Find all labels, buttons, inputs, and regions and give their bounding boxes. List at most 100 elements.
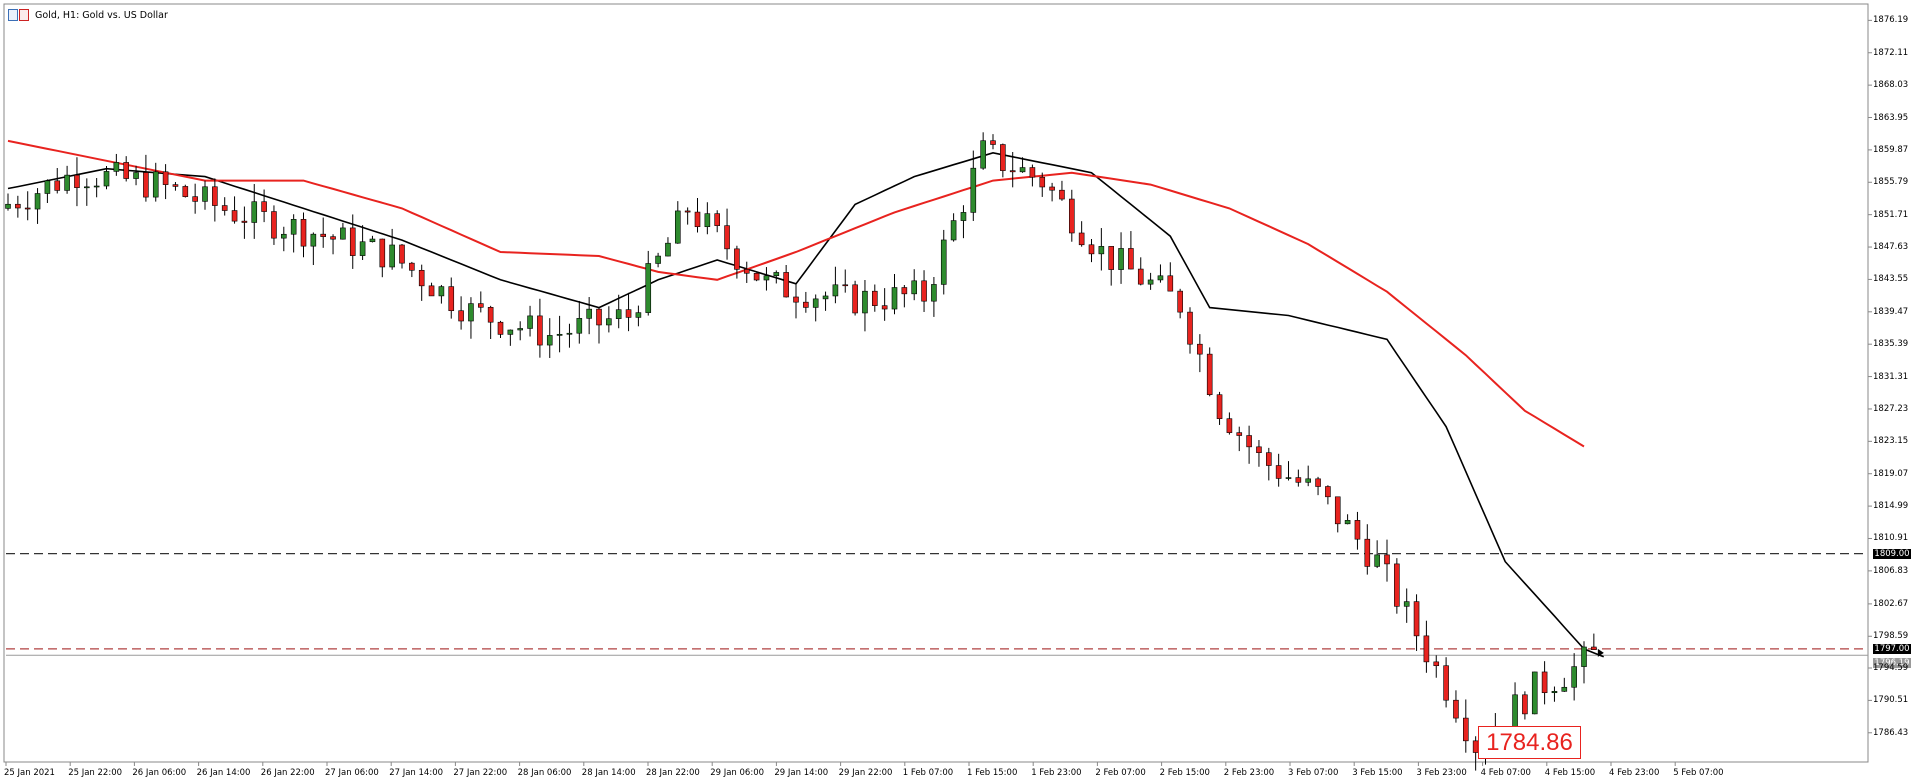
bear-candle — [1206, 353, 1213, 396]
bear-candle — [212, 186, 218, 206]
bear-candle — [1295, 477, 1302, 483]
time-tick-label: 3 Feb 15:00 — [1352, 768, 1403, 778]
bear-candle — [1591, 646, 1597, 651]
bear-candle — [921, 280, 927, 302]
bull-candle — [359, 241, 366, 256]
time-tick-label: 25 Jan 22:00 — [68, 768, 123, 778]
time-tick-label: 25 Jan 2021 — [4, 768, 55, 778]
bull-candle — [1098, 246, 1105, 255]
price-tick-label: 1835.39 — [1873, 339, 1909, 350]
bear-candle — [1059, 189, 1065, 200]
time-tick-label: 28 Jan 14:00 — [581, 768, 636, 778]
time-tick-label: 1 Feb 23:00 — [1031, 768, 1082, 778]
price-tick-label: 1863.95 — [1873, 112, 1909, 123]
time-tick-label: 2 Feb 07:00 — [1095, 768, 1146, 778]
price-tick-label: 1786.43 — [1873, 727, 1909, 738]
bear-candle — [842, 284, 849, 287]
bull-candle — [1571, 666, 1577, 688]
bull-candle — [655, 255, 661, 264]
bear-candle — [458, 310, 464, 322]
bull-candle — [517, 328, 524, 331]
bear-candle — [1453, 699, 1459, 719]
bear-candle — [418, 269, 425, 287]
bear-candle — [783, 272, 789, 298]
bear-candle — [852, 284, 858, 314]
bear-candle — [1246, 435, 1252, 448]
price-tick-label: 1847.63 — [1873, 242, 1909, 253]
price-tick-label: 1802.67 — [1873, 598, 1909, 609]
bear-candle — [1266, 452, 1272, 466]
bull-candle — [310, 233, 317, 247]
bull-candle — [566, 332, 573, 335]
bull-candle — [576, 318, 583, 334]
bear-candle — [172, 184, 179, 187]
bear-candle — [1069, 198, 1075, 234]
bull-candle — [34, 193, 41, 210]
time-axis-ticks — [5, 762, 1676, 766]
bear-candle — [1039, 176, 1046, 188]
bull-candle — [1512, 694, 1518, 729]
bull-candle — [152, 171, 159, 198]
price-tick-label: 1827.23 — [1873, 403, 1909, 414]
bear-candle — [1137, 268, 1144, 285]
bull-candle — [290, 219, 297, 235]
bull-candle — [615, 309, 622, 319]
bull-candle — [1147, 279, 1154, 285]
bear-candle — [1049, 186, 1055, 191]
bear-candle — [537, 315, 543, 346]
bull-candle — [280, 233, 287, 239]
bull-candle — [812, 298, 819, 308]
bear-candle — [300, 219, 307, 247]
bull-candle — [891, 287, 898, 310]
support-price-label: 1797.00 — [1873, 643, 1911, 654]
bear-candle — [1443, 665, 1449, 701]
bear-candle — [803, 301, 809, 308]
bear-candle — [1000, 144, 1006, 171]
bear-candle — [990, 140, 996, 145]
bear-candle — [734, 248, 740, 270]
bear-candle — [1325, 486, 1331, 498]
bear-candle — [1078, 232, 1085, 246]
bull-candle — [931, 284, 937, 302]
bear-candle — [793, 296, 799, 303]
bull-candle — [93, 185, 100, 188]
bull-candle — [340, 227, 346, 240]
bear-candle — [724, 225, 730, 250]
price-tick-label: 1868.03 — [1873, 80, 1909, 91]
bull-candle — [468, 303, 474, 322]
time-tick-label: 26 Jan 22:00 — [260, 768, 315, 778]
bull-candle — [1285, 477, 1292, 479]
bull-candle — [556, 333, 563, 336]
price-tick-label: 1798.59 — [1873, 631, 1909, 642]
bear-candle — [182, 186, 189, 197]
chart-badge-icon — [8, 9, 29, 21]
bear-candle — [714, 213, 721, 226]
price-tick-label: 1806.83 — [1873, 565, 1909, 576]
bull-candle — [940, 239, 947, 285]
time-tick-label: 28 Jan 22:00 — [646, 768, 700, 778]
bear-candle — [487, 307, 494, 323]
bull-candle — [1551, 691, 1558, 694]
bear-candle — [1128, 248, 1134, 270]
bear-candle — [1167, 275, 1174, 292]
bear-candle — [1216, 394, 1223, 419]
bull-candle — [1403, 601, 1410, 607]
bear-candle — [192, 196, 198, 202]
bear-candle — [1108, 246, 1114, 270]
time-tick-label: 28 Jan 06:00 — [517, 768, 572, 778]
bull-candle — [438, 286, 445, 297]
bull-candle — [832, 284, 839, 297]
bull-candle — [980, 140, 986, 169]
bear-candle — [497, 321, 504, 335]
time-tick-label: 4 Feb 15:00 — [1544, 768, 1596, 778]
bull-candle — [911, 280, 918, 295]
bull-candle — [960, 212, 967, 221]
time-tick-label: 27 Jan 22:00 — [453, 768, 508, 778]
time-tick-label: 27 Jan 06:00 — [325, 768, 379, 778]
bull-candle — [665, 242, 671, 257]
bull-candle — [950, 220, 957, 241]
bear-candle — [684, 210, 691, 213]
bear-candle — [881, 305, 888, 310]
price-tick-label: 1839.47 — [1873, 306, 1909, 317]
bear-candle — [271, 211, 277, 239]
